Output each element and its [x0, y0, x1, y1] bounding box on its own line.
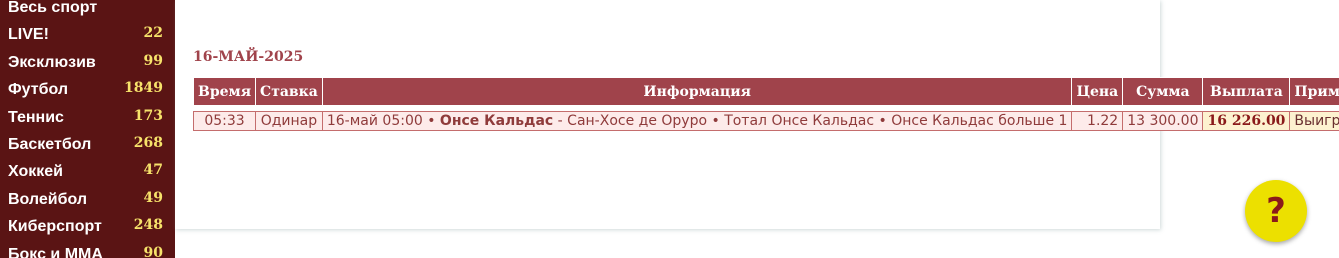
- col-payout: Выплата: [1202, 77, 1291, 106]
- sidebar-item-count: 268: [133, 135, 163, 151]
- sidebar-item-count: 47: [143, 162, 163, 178]
- table-row[interactable]: 05:33 Одинар 16-май 05:00 • Онсе Кальдас…: [192, 111, 1339, 131]
- col-info: Информация: [321, 77, 1073, 106]
- col-notes: Примечания: [1289, 77, 1339, 106]
- bet-date-heading: 16-МАЙ-2025: [193, 49, 304, 65]
- info-suffix: - Сан-Хосе де Оруро • Тотал Онсе Кальдас…: [553, 113, 1068, 129]
- sidebar-item-label: Эксклюзив: [8, 54, 96, 71]
- sidebar-item-label: Баскетбол: [8, 136, 92, 153]
- info-team: Онсе Кальдас: [439, 113, 554, 129]
- bet-history-table: Время Ставка Информация Цена Сумма Выпла…: [192, 77, 1339, 131]
- sidebar-item-esports[interactable]: Киберспорт 248: [0, 214, 175, 241]
- sidebar-item-basketball[interactable]: Баскетбол 268: [0, 132, 175, 159]
- sidebar-item-boxing-mma[interactable]: Бокс и ММА 90: [0, 242, 175, 258]
- sidebar-item-volleyball[interactable]: Волейбол 49: [0, 187, 175, 214]
- sidebar-item-hockey[interactable]: Хоккей 47: [0, 159, 175, 186]
- sidebar-item-count: 22: [143, 25, 163, 41]
- table-header-row: Время Ставка Информация Цена Сумма Выпла…: [192, 77, 1339, 106]
- help-button[interactable]: ?: [1245, 180, 1307, 242]
- cell-note: Выигрыш: [1289, 111, 1339, 131]
- sidebar-item-label: Весь спорт: [8, 0, 98, 16]
- col-bet-type: Ставка: [255, 77, 323, 106]
- sidebar-item-count: 1849: [124, 80, 163, 96]
- sidebar-item-label: Волейбол: [8, 191, 88, 208]
- sidebar-item-label: Хоккей: [8, 163, 63, 180]
- cell-amount: 13 300.00: [1122, 111, 1204, 131]
- sidebar-item-live[interactable]: LIVE! 22: [0, 22, 175, 49]
- sidebar-item-count: 90: [143, 245, 163, 258]
- sidebar-item-label: LIVE!: [8, 26, 49, 43]
- sidebar-item-label: Бокс и ММА: [8, 246, 103, 258]
- sidebar-item-exclusive[interactable]: Эксклюзив 99: [0, 50, 175, 77]
- info-prefix: 16-май 05:00 •: [326, 113, 440, 129]
- col-amount: Сумма: [1122, 77, 1204, 106]
- sidebar-item-count: 99: [143, 53, 163, 69]
- sidebar-item-label: Киберспорт: [8, 218, 102, 235]
- cell-payout: 16 226.00: [1202, 111, 1291, 131]
- sidebar-item-tennis[interactable]: Теннис 173: [0, 105, 175, 132]
- cell-bet-type: Одинар: [255, 111, 323, 131]
- sidebar-item-label: Футбол: [8, 81, 69, 98]
- sidebar-item-all-sports[interactable]: Весь спорт: [0, 0, 175, 22]
- col-price: Цена: [1071, 77, 1124, 106]
- sidebar-item-count: 173: [133, 108, 163, 124]
- sports-sidebar: Весь спорт LIVE! 22 Эксклюзив 99 Футбол …: [0, 0, 175, 258]
- sidebar-item-count: 49: [143, 190, 163, 206]
- sidebar-item-label: Теннис: [8, 109, 64, 126]
- col-time: Время: [192, 77, 257, 106]
- sidebar-item-count: 248: [133, 217, 163, 233]
- cell-time: 05:33: [192, 111, 257, 131]
- cell-info: 16-май 05:00 • Онсе Кальдас - Сан-Хосе д…: [321, 111, 1073, 131]
- sidebar-item-football[interactable]: Футбол 1849: [0, 77, 175, 104]
- cell-price: 1.22: [1071, 111, 1124, 131]
- question-mark-icon: ?: [1266, 191, 1286, 231]
